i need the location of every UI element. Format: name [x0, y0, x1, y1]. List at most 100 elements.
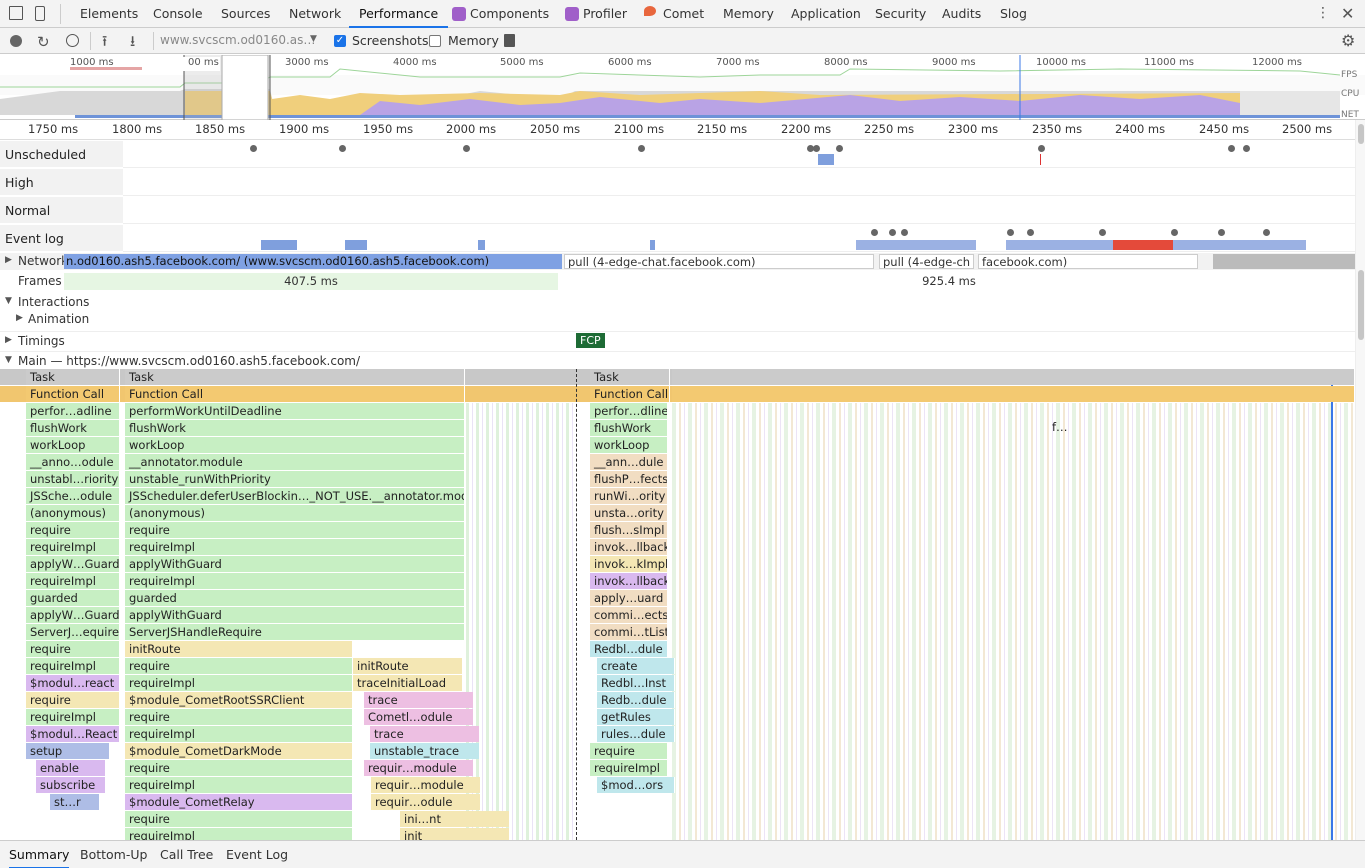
flame-block[interactable]: require [26, 522, 120, 538]
flame-block[interactable]: require [26, 692, 120, 708]
tab-network[interactable]: Network [289, 0, 341, 28]
event-dot[interactable] [813, 145, 820, 152]
flame-block[interactable]: commi…ects [590, 607, 668, 623]
event-dot[interactable] [1099, 229, 1106, 236]
tab-security[interactable]: Security [875, 0, 926, 28]
collapse-triangle-icon[interactable]: ▼ [5, 355, 12, 365]
event-dot[interactable] [463, 145, 470, 152]
flame-block[interactable]: applyWithGuard [125, 607, 465, 623]
flame-block[interactable]: unstable_trace [370, 743, 480, 759]
network-request[interactable]: facebook.com) [978, 254, 1198, 269]
event-bar[interactable] [478, 240, 485, 250]
tab-audits[interactable]: Audits [942, 0, 981, 28]
flame-block[interactable]: invok…kImpl [590, 556, 668, 572]
inspect-element-icon[interactable] [9, 6, 23, 20]
flame-block[interactable]: Task [590, 369, 670, 385]
flame-block[interactable]: __anno…odule [26, 454, 120, 470]
flame-block[interactable]: perfor…dline [590, 403, 668, 419]
flame-block[interactable]: requireImpl [125, 675, 353, 691]
tab-summary[interactable]: Summary [9, 841, 70, 868]
flame-block[interactable]: require [590, 743, 668, 759]
flame-block[interactable]: applyW…Guard [26, 607, 120, 623]
flame-block[interactable]: Cometl…odule [364, 709, 474, 725]
flame-block[interactable]: st…r [50, 794, 100, 810]
flame-block[interactable]: requireImpl [26, 539, 120, 555]
event-dot[interactable] [1243, 145, 1250, 152]
flame-block[interactable]: initRoute [353, 658, 463, 674]
flame-block[interactable]: guarded [125, 590, 465, 606]
flame-block[interactable]: $module_CometRootSSRClient [125, 692, 353, 708]
frame-block[interactable]: 925.4 ms [564, 273, 1334, 290]
flame-block[interactable]: applyWithGuard [125, 556, 465, 572]
flame-block[interactable]: require [26, 641, 120, 657]
flame-block[interactable]: flushWork [125, 420, 465, 436]
flame-block[interactable]: rules…dule [597, 726, 675, 742]
tab-sources[interactable]: Sources [221, 0, 270, 28]
function-call-block[interactable] [672, 386, 1355, 402]
expand-triangle-icon[interactable]: ▶ [16, 313, 23, 323]
flame-block[interactable]: unstabl…riority [26, 471, 120, 487]
flame-block[interactable]: requireImpl [125, 726, 353, 742]
flame-block[interactable]: invok…llback [590, 573, 668, 589]
flame-block[interactable]: create [597, 658, 675, 674]
timings-track[interactable]: ▶ Timings FCP [0, 331, 1355, 350]
network-request[interactable]: pull (4-edge-ch [879, 254, 974, 269]
flame-block[interactable]: trace [370, 726, 480, 742]
event-dot[interactable] [339, 145, 346, 152]
flame-block[interactable]: ServerJ…equire [26, 624, 120, 640]
network-track[interactable]: ▶ Network n.od0160.ash5.facebook.com/ (w… [0, 253, 1355, 270]
flame-block[interactable]: setup [26, 743, 110, 759]
flame-block[interactable]: (anonymous) [125, 505, 465, 521]
flame-block[interactable]: ServerJSHandleRequire [125, 624, 465, 640]
flame-block[interactable]: perfor…adline [26, 403, 120, 419]
flame-block[interactable]: __annotator.module [125, 454, 465, 470]
flame-block[interactable]: Task [26, 369, 120, 385]
upload-icon[interactable]: ⭱ [102, 31, 107, 56]
flame-block[interactable]: $modul…react [26, 675, 120, 691]
record-icon[interactable] [10, 35, 22, 47]
event-dot[interactable] [889, 229, 896, 236]
tab-profiler[interactable]: Profiler [583, 0, 627, 28]
flame-block[interactable]: Redbl…dule [590, 641, 668, 657]
frame-block[interactable]: 407.5 ms [64, 273, 558, 290]
flame-block[interactable]: JSSche…odule [26, 488, 120, 504]
expand-triangle-icon[interactable]: ▶ [5, 335, 12, 345]
lane-unscheduled-track[interactable] [123, 141, 1355, 168]
flame-block[interactable]: Task [125, 369, 465, 385]
flame-block[interactable]: init [400, 828, 510, 840]
screenshots-checkbox[interactable]: ✓ [334, 35, 346, 47]
interactions-track[interactable]: ▼ Interactions ▶ Animation [0, 293, 1355, 329]
flame-block[interactable]: require [125, 658, 353, 674]
device-toolbar-icon[interactable] [35, 6, 45, 21]
event-dot[interactable] [1263, 229, 1270, 236]
flame-block[interactable]: Redbl…Inst [597, 675, 675, 691]
event-dot[interactable] [901, 229, 908, 236]
flame-block[interactable]: requireImpl [125, 777, 353, 793]
trash-icon[interactable] [504, 34, 515, 47]
event-dot[interactable] [250, 145, 257, 152]
tab-event-log[interactable]: Event Log [226, 841, 288, 868]
flame-block[interactable]: initRoute [125, 641, 353, 657]
memory-checkbox[interactable] [429, 35, 441, 47]
event-dot[interactable] [1038, 145, 1045, 152]
tab-call-tree[interactable]: Call Tree [160, 841, 213, 868]
network-request[interactable]: n.od0160.ash5.facebook.com/ (www.svcscm.… [64, 254, 562, 269]
scrollbar-thumb[interactable] [1358, 270, 1364, 340]
event-bar[interactable] [345, 240, 367, 250]
flame-block[interactable]: Redb…dule [597, 692, 675, 708]
flame-block[interactable]: $module_CometRelay [125, 794, 353, 810]
frames-track[interactable]: Frames 407.5 ms 925.4 ms [0, 272, 1355, 292]
flame-block[interactable]: flushWork [590, 420, 668, 436]
flame-block[interactable]: performWorkUntilDeadline [125, 403, 465, 419]
flame-block[interactable]: trace [364, 692, 474, 708]
flame-block[interactable]: $modul…React [26, 726, 120, 742]
flame-block[interactable]: apply…uard [590, 590, 668, 606]
flame-block[interactable]: ini…nt [400, 811, 510, 827]
collapse-triangle-icon[interactable]: ▼ [5, 296, 12, 306]
flame-block[interactable]: flushP…fects [590, 471, 668, 487]
flame-block[interactable]: (anonymous) [26, 505, 120, 521]
event-dot[interactable] [1007, 229, 1014, 236]
flame-block[interactable]: requireImpl [26, 709, 120, 725]
network-request[interactable] [1213, 254, 1355, 269]
event-dot[interactable] [638, 145, 645, 152]
